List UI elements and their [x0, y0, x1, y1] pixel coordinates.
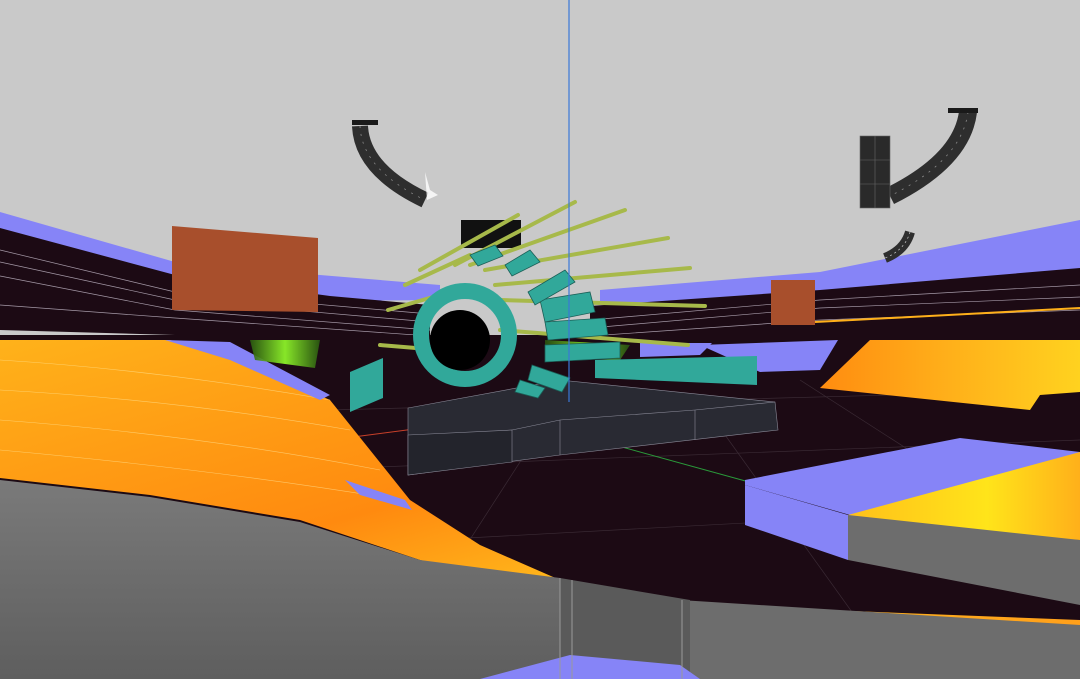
3d-viewport[interactable] — [0, 0, 1080, 679]
left-video-screen[interactable] — [172, 226, 318, 312]
right-video-screen[interactable] — [771, 280, 815, 325]
venue-scene[interactable] — [0, 0, 1080, 679]
right-sub-stack[interactable] — [859, 135, 891, 209]
